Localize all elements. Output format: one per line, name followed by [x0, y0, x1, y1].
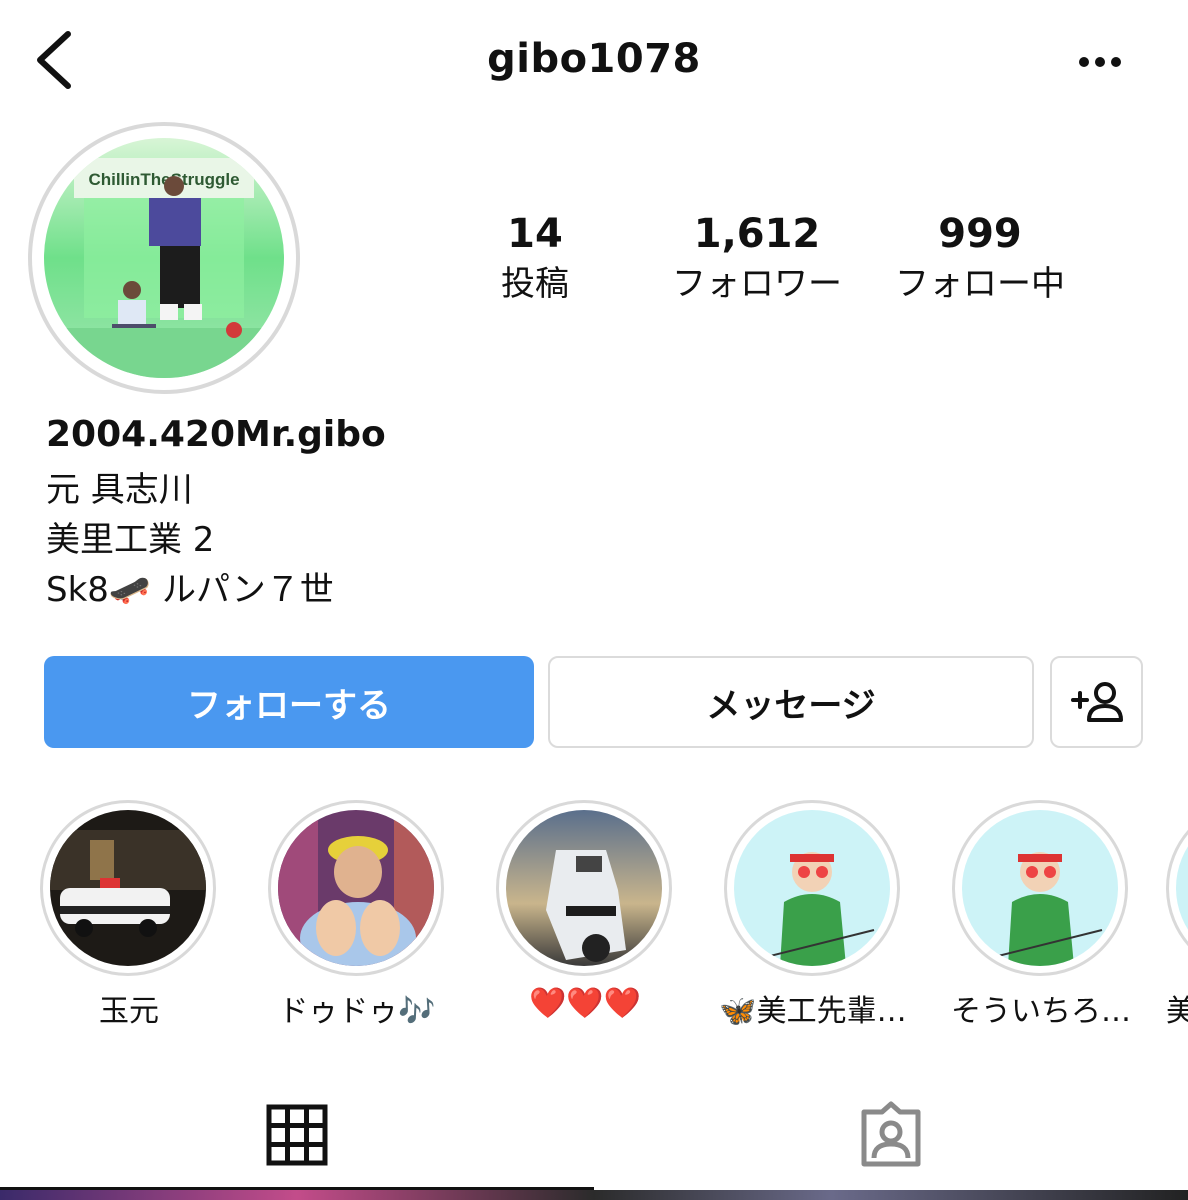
suggest-users-button[interactable]: [1050, 656, 1143, 748]
bio-line: 美里工業 2: [46, 520, 215, 560]
follow-button-label: フォローする: [187, 685, 391, 726]
stat-following-count: 999: [938, 211, 1022, 257]
stat-following[interactable]: 999 フォロー中: [865, 210, 1095, 306]
profile-username: gibo1078: [487, 36, 701, 82]
stat-followers[interactable]: 1,612 フォロワー: [642, 210, 872, 306]
more-options-button[interactable]: [1072, 44, 1128, 80]
highlight-label: そういちろ…: [951, 994, 1131, 1029]
profile-display-name: 2004.420Mr.gibo: [46, 414, 386, 455]
bio-line: Sk8🛹 ルパン７世: [46, 570, 334, 610]
highlight-cover: [278, 810, 434, 966]
add-user-icon: [1070, 682, 1123, 722]
profile-avatar[interactable]: ChillinTheStruggle: [44, 138, 284, 378]
highlight-item-partial[interactable]: 美: [1166, 800, 1188, 1040]
stat-posts-count: 14: [507, 211, 563, 257]
grid-icon: [266, 1104, 328, 1166]
highlight-cover: [50, 810, 206, 966]
tagged-person-icon: [861, 1101, 921, 1167]
more-horizontal-icon: [1079, 57, 1121, 67]
tab-posts-grid[interactable]: [262, 1100, 332, 1170]
message-button[interactable]: メッセージ: [548, 656, 1034, 748]
stat-posts-label: 投稿: [501, 264, 569, 304]
highlight-label: ❤️❤️❤️: [528, 986, 642, 1021]
stat-posts[interactable]: 14 投稿: [420, 210, 650, 306]
highlight-label: 玉元: [99, 994, 159, 1029]
message-button-label: メッセージ: [706, 685, 876, 726]
highlight-label: 🦋美工先輩…: [719, 994, 907, 1029]
stat-followers-count: 1,612: [693, 211, 821, 257]
highlight-label: ドゥドゥ🎶: [278, 994, 436, 1029]
follow-button[interactable]: フォローする: [44, 656, 534, 748]
highlight-label: 美: [1166, 994, 1188, 1029]
posts-grid-preview: [0, 1190, 1188, 1200]
highlight-cover: [734, 810, 890, 966]
stat-followers-label: フォロワー: [672, 264, 842, 304]
highlight-cover: [962, 810, 1118, 966]
bio-line: 元 具志川: [46, 470, 193, 510]
avatar-sign-text: ChillinTheStruggle: [88, 170, 239, 189]
stat-following-label: フォロー中: [895, 264, 1065, 304]
tab-tagged[interactable]: [856, 1100, 926, 1170]
highlight-cover: [506, 810, 662, 966]
